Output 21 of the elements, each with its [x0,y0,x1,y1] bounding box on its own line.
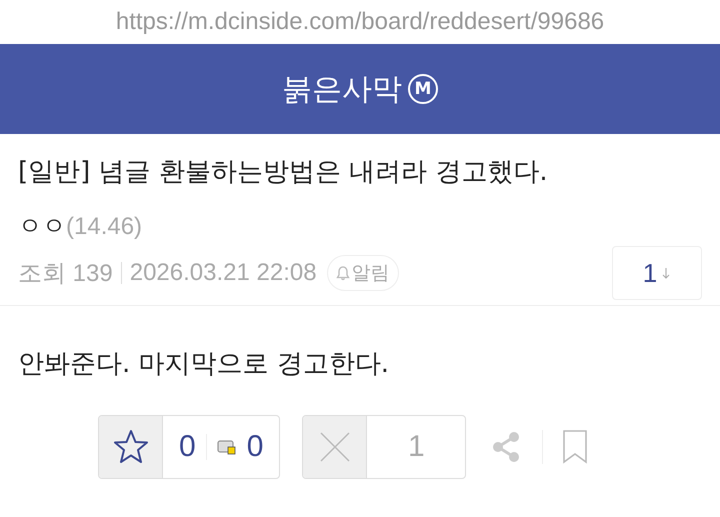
bookmark-icon [561,429,590,465]
post-title: [일반] 념글 환불하는방법은 내려라 경고했다. [18,156,549,189]
author-ip: (14.46) [66,213,142,240]
board-title[interactable]: 붉은사막 [282,68,402,110]
url-text: https://m.dcinside.com/board/reddesert/99686 [114,7,606,37]
author-name: ㅇㅇ [18,212,66,240]
fix-recommend-count: 0 [246,430,264,464]
recommend-button[interactable] [99,416,163,478]
view-count: 조회 139 [18,259,113,289]
down-arrow-icon [661,266,672,280]
downvote-button[interactable] [303,416,368,478]
recommend-count: 0 [179,430,196,464]
post-body: 안봐준다. 마지막으로 경고한다. [18,348,390,381]
comment-count-button[interactable]: 1 [612,246,702,300]
close-icon [318,430,352,464]
bell-icon [336,265,350,281]
post-date: 2026.03.21 22:08 [130,259,317,287]
minor-gallery-badge: M [408,74,438,104]
bookmark-button[interactable] [561,429,590,465]
fix-recommend-icon [216,438,237,456]
downvote-count: 1 [408,430,425,464]
